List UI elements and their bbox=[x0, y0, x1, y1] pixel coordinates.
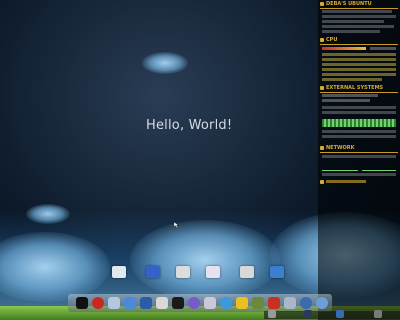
search-icon[interactable] bbox=[220, 297, 232, 309]
sync-icon[interactable] bbox=[300, 297, 312, 309]
cpu-usage-bar bbox=[370, 47, 396, 50]
cpu-line bbox=[322, 73, 396, 76]
opera-icon[interactable] bbox=[92, 297, 104, 309]
system-line bbox=[322, 30, 380, 33]
desktop-icon-6[interactable] bbox=[270, 266, 284, 278]
desktop-icon-4[interactable] bbox=[206, 266, 220, 278]
penguin-icon[interactable] bbox=[188, 297, 200, 309]
network-line bbox=[322, 155, 396, 158]
memory-line bbox=[322, 130, 396, 133]
network-icon bbox=[320, 146, 324, 150]
monitor-icon[interactable] bbox=[140, 297, 152, 309]
panel-divider bbox=[320, 44, 398, 45]
monitor-tray-icon[interactable] bbox=[336, 310, 344, 318]
drop-icon[interactable] bbox=[316, 297, 328, 309]
notes-icon[interactable] bbox=[268, 297, 280, 309]
cpu-line bbox=[322, 53, 396, 56]
external-line bbox=[322, 94, 378, 97]
mail-icon[interactable] bbox=[172, 297, 184, 309]
drive-tray-icon[interactable] bbox=[374, 310, 382, 318]
mouse-cursor-icon bbox=[174, 222, 180, 228]
system-line bbox=[322, 15, 396, 18]
cpu-icon bbox=[320, 38, 324, 42]
hello-world-text: Hello, World! bbox=[146, 118, 233, 133]
external-line bbox=[322, 99, 370, 102]
panel-title-network: NETWORK bbox=[326, 145, 355, 151]
ubuntu-icon bbox=[320, 2, 324, 6]
cpu-line bbox=[322, 68, 396, 71]
system-line bbox=[322, 25, 394, 28]
desktop-icon-3[interactable] bbox=[176, 266, 190, 278]
folder-icon[interactable] bbox=[252, 297, 264, 309]
panel-title-cpu: CPU bbox=[326, 37, 338, 43]
finder-icon[interactable] bbox=[124, 297, 136, 309]
cloud-bank-mid bbox=[130, 220, 280, 300]
cpu-line bbox=[322, 63, 396, 66]
memory-line bbox=[322, 106, 396, 109]
desktop-icon-5[interactable] bbox=[240, 266, 254, 278]
network-line bbox=[322, 173, 396, 176]
cpu-line bbox=[322, 78, 382, 81]
network-app-icon[interactable] bbox=[204, 297, 216, 309]
system-line bbox=[322, 20, 384, 23]
system-line bbox=[322, 10, 392, 13]
memory-line bbox=[322, 135, 396, 138]
panel-divider bbox=[320, 92, 398, 93]
panel-divider bbox=[320, 8, 398, 9]
terminal-icon[interactable] bbox=[76, 297, 88, 309]
settings-icon[interactable] bbox=[108, 297, 120, 309]
network-graph bbox=[322, 162, 358, 171]
cpu-usage-bar bbox=[322, 47, 366, 50]
desktop-icon-1[interactable] bbox=[112, 266, 126, 278]
external-icon bbox=[320, 86, 324, 90]
cloud-small bbox=[142, 52, 188, 74]
desktop-icon-2[interactable] bbox=[146, 266, 160, 278]
panel-title-system: DEBA'S UBUNTU bbox=[326, 1, 372, 7]
network-graph bbox=[362, 162, 396, 171]
cube-icon[interactable] bbox=[304, 310, 312, 318]
panel-divider bbox=[320, 152, 398, 153]
panel-title-external: EXTERNAL SYSTEMS bbox=[326, 85, 384, 91]
filezilla-icon[interactable] bbox=[284, 297, 296, 309]
memory-graph bbox=[322, 119, 396, 127]
memory-line bbox=[322, 111, 396, 114]
footer-line bbox=[326, 180, 366, 183]
skype-icon[interactable] bbox=[236, 297, 248, 309]
cpu-line bbox=[322, 58, 396, 61]
footer-icon bbox=[320, 180, 324, 184]
disk-icon[interactable] bbox=[268, 310, 276, 318]
doc-icon[interactable] bbox=[156, 297, 168, 309]
